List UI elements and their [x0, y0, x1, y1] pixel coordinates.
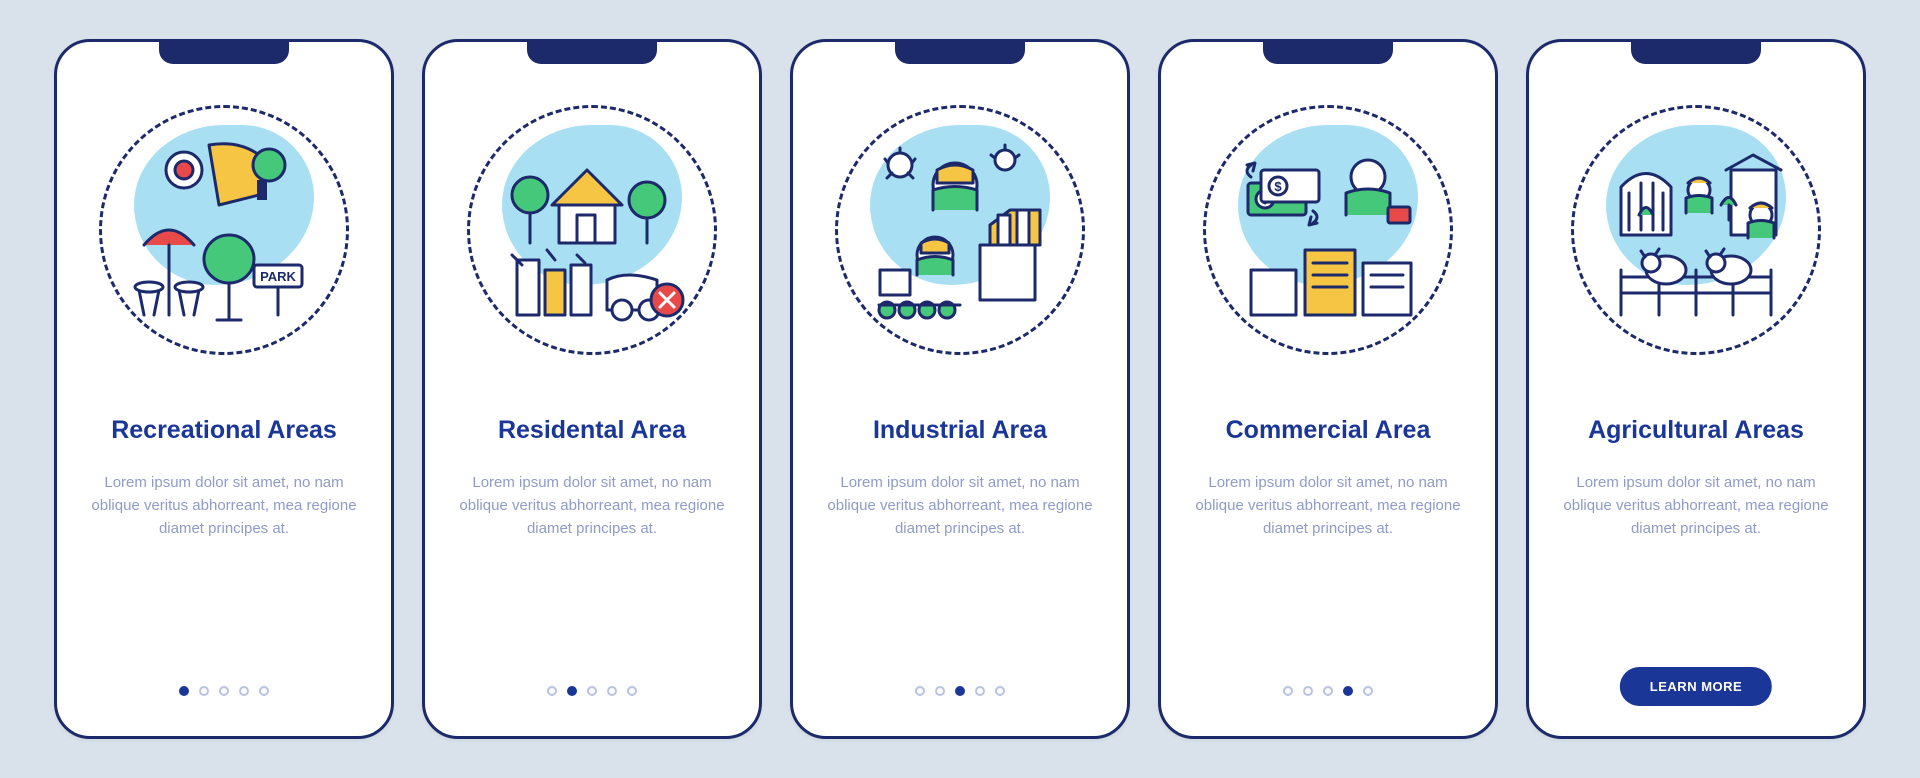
phone-notch: [527, 42, 657, 64]
pagination-dots: [179, 686, 269, 696]
pagination-dots: [915, 686, 1005, 696]
phone-notch: [1263, 42, 1393, 64]
agricultural-illustration-icon: [1581, 115, 1811, 345]
industrial-illustration-icon: [845, 115, 1075, 345]
pagination-dot[interactable]: [915, 686, 925, 696]
pagination-dot[interactable]: [199, 686, 209, 696]
illustration-container: $ $: [1193, 80, 1463, 380]
onboarding-screen: PARK Recreational Areas Lorem ipsum dolo…: [54, 39, 394, 739]
screen-title: Residental Area: [498, 416, 686, 445]
illustration-container: [457, 80, 727, 380]
illustration-container: [1561, 80, 1831, 380]
pagination-dot[interactable]: [607, 686, 617, 696]
pagination-dot[interactable]: [1283, 686, 1293, 696]
pagination-dot[interactable]: [935, 686, 945, 696]
pagination-dot[interactable]: [587, 686, 597, 696]
pagination-dot[interactable]: [995, 686, 1005, 696]
pagination-dot[interactable]: [567, 686, 577, 696]
pagination-dot[interactable]: [179, 686, 189, 696]
pagination-dot[interactable]: [239, 686, 249, 696]
commercial-illustration-icon: $ $: [1213, 115, 1443, 345]
phone-notch: [1631, 42, 1761, 64]
recreational-illustration-icon: PARK: [109, 115, 339, 345]
screen-description: Lorem ipsum dolor sit amet, no nam obliq…: [1557, 471, 1835, 541]
pagination-dot[interactable]: [259, 686, 269, 696]
pagination-dots: [1283, 686, 1373, 696]
illustration-container: [825, 80, 1095, 380]
learn-more-button[interactable]: LEARN MORE: [1620, 667, 1772, 706]
phone-notch: [895, 42, 1025, 64]
svg-text:$: $: [1274, 179, 1282, 194]
screen-title: Recreational Areas: [111, 416, 337, 445]
pagination-dot[interactable]: [1303, 686, 1313, 696]
pagination-dots: [547, 686, 637, 696]
svg-text:PARK: PARK: [260, 269, 296, 284]
pagination-dot[interactable]: [1323, 686, 1333, 696]
phone-notch: [159, 42, 289, 64]
pagination-dot[interactable]: [1343, 686, 1353, 696]
onboarding-screen: $ $ Commercial Area: [1158, 39, 1498, 739]
screen-description: Lorem ipsum dolor sit amet, no nam obliq…: [1189, 471, 1467, 541]
illustration-container: PARK: [89, 80, 359, 380]
screen-title: Agricultural Areas: [1588, 416, 1804, 445]
screen-description: Lorem ipsum dolor sit amet, no nam obliq…: [453, 471, 731, 541]
onboarding-screen: Industrial Area Lorem ipsum dolor sit am…: [790, 39, 1130, 739]
pagination-dot[interactable]: [1363, 686, 1373, 696]
pagination-dot[interactable]: [627, 686, 637, 696]
residential-illustration-icon: [477, 115, 707, 345]
pagination-dot[interactable]: [547, 686, 557, 696]
screen-description: Lorem ipsum dolor sit amet, no nam obliq…: [821, 471, 1099, 541]
pagination-dot[interactable]: [955, 686, 965, 696]
onboarding-screen: Agricultural Areas Lorem ipsum dolor sit…: [1526, 39, 1866, 739]
onboarding-screen: Residental Area Lorem ipsum dolor sit am…: [422, 39, 762, 739]
pagination-dot[interactable]: [975, 686, 985, 696]
pagination-dot[interactable]: [219, 686, 229, 696]
screen-title: Industrial Area: [873, 416, 1047, 445]
screen-title: Commercial Area: [1226, 416, 1431, 445]
screen-description: Lorem ipsum dolor sit amet, no nam obliq…: [85, 471, 363, 541]
